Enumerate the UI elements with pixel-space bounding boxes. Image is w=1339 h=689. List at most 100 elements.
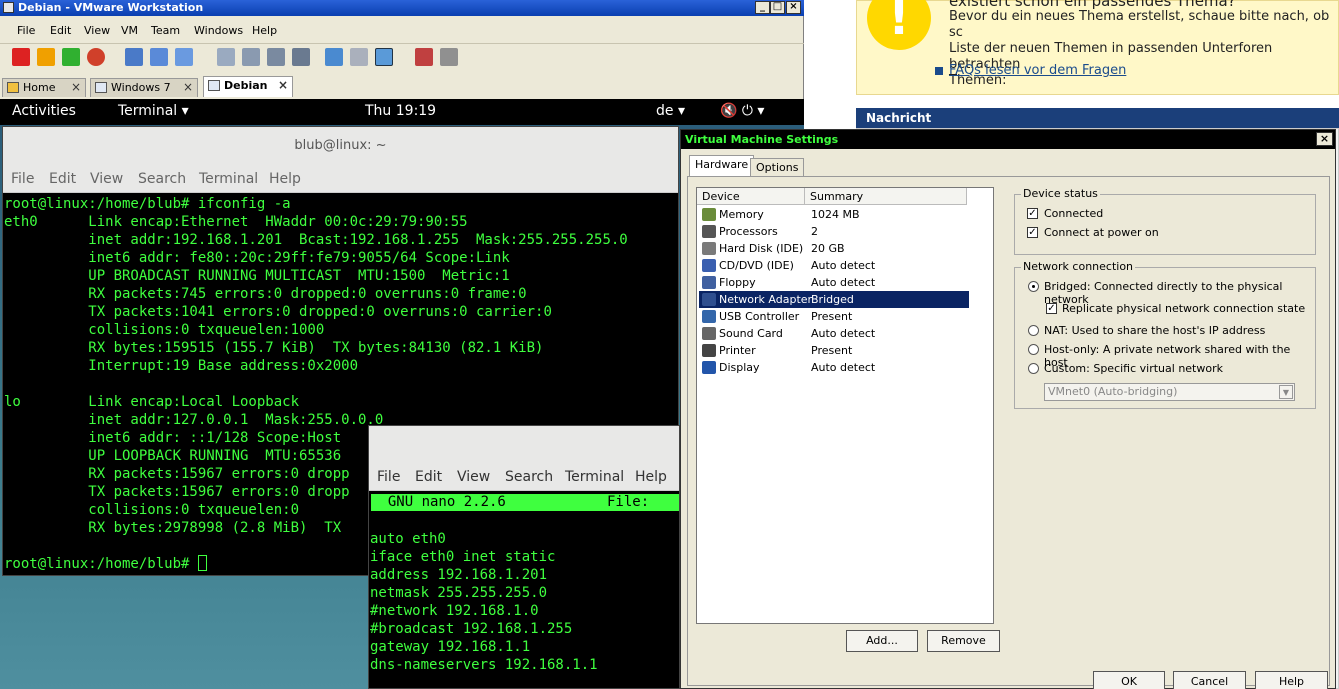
menu-vm[interactable]: VM xyxy=(121,24,138,37)
faq-link[interactable]: FAQs lesen vor dem Fragen xyxy=(935,63,1126,78)
terminal-menu-file[interactable]: File xyxy=(11,171,34,187)
device-name: Display xyxy=(719,361,760,374)
fit-window-icon[interactable] xyxy=(375,48,393,66)
reset-icon[interactable] xyxy=(87,48,105,66)
menu-team[interactable]: Team xyxy=(151,24,180,37)
device-row[interactable]: CD/DVD (IDE) Auto detect xyxy=(699,257,969,274)
terminal-menu-view[interactable]: View xyxy=(90,171,123,187)
device-row[interactable]: Network Adapter Bridged xyxy=(699,291,969,308)
nano-menu-file[interactable]: File xyxy=(377,469,400,485)
vmnet-select[interactable]: VMnet0 (Auto-bridging) ▼ xyxy=(1044,383,1295,401)
tab-home[interactable]: Home × xyxy=(2,78,86,97)
nano-editor-text[interactable]: auto eth0 iface eth0 inet static address 1… xyxy=(370,530,598,674)
app-menu-terminal[interactable]: Terminal ▾ xyxy=(118,103,189,119)
snapshot-manager-icon[interactable] xyxy=(175,48,193,66)
terminal-title-bar: blub@linux: ~ xyxy=(3,127,678,167)
nano-menu-edit[interactable]: Edit xyxy=(415,469,442,485)
power-off-icon[interactable] xyxy=(12,48,30,66)
terminal-window-nano[interactable]: File Edit View Search Terminal Help GNU … xyxy=(368,425,680,689)
power-on-icon[interactable] xyxy=(62,48,80,66)
device-row[interactable]: Processors 2 xyxy=(699,223,969,240)
menu-help[interactable]: Help xyxy=(252,24,277,37)
menu-view[interactable]: View xyxy=(84,24,110,37)
device-row[interactable]: Sound Card Auto detect xyxy=(699,325,969,342)
bullet-icon xyxy=(935,67,943,75)
vm-tab-strip: Home × Windows 7 × Debian × xyxy=(0,76,804,97)
device-summary: Auto detect xyxy=(811,259,876,272)
vmware-app-icon xyxy=(3,2,14,13)
device-summary: Bridged xyxy=(811,293,854,306)
device-row[interactable]: Printer Present xyxy=(699,342,969,359)
replay-icon[interactable] xyxy=(440,48,458,66)
replicate-checkbox[interactable]: ✓ xyxy=(1046,303,1057,314)
connected-checkbox[interactable]: ✓ xyxy=(1027,208,1038,219)
column-summary[interactable]: Summary xyxy=(805,188,967,205)
column-device[interactable]: Device xyxy=(697,188,805,205)
minimize-icon[interactable]: _ xyxy=(755,1,770,14)
tab-options[interactable]: Options xyxy=(750,158,805,178)
close-tab-icon[interactable]: × xyxy=(278,77,288,94)
tab-debian[interactable]: Debian × xyxy=(203,76,293,97)
bridged-radio[interactable] xyxy=(1028,281,1039,292)
suspend-icon[interactable] xyxy=(37,48,55,66)
menu-edit[interactable]: Edit xyxy=(50,24,71,37)
activities-button[interactable]: Activities xyxy=(12,103,76,119)
close-icon[interactable]: × xyxy=(1316,132,1333,146)
faq-link-text[interactable]: FAQs lesen vor dem Fragen xyxy=(949,63,1126,78)
device-list[interactable]: Device Summary Memory 1024 MB Processors 2 H… xyxy=(696,187,994,624)
close-tab-icon[interactable]: × xyxy=(71,79,81,96)
remove-button[interactable]: Remove xyxy=(927,630,1000,652)
snapshot-icon[interactable] xyxy=(125,48,143,66)
terminal-menu-help[interactable]: Help xyxy=(269,171,301,187)
vmnet-value: VMnet0 (Auto-bridging) xyxy=(1048,385,1178,398)
tab-windows7[interactable]: Windows 7 × xyxy=(90,78,198,97)
terminal-line: RX packets:745 errors:0 dropped:0 overru… xyxy=(4,286,527,302)
ok-button[interactable]: OK xyxy=(1093,671,1165,689)
nano-menu-search[interactable]: Search xyxy=(505,469,553,485)
system-menu[interactable]: 🔇 ⏻ ▾ xyxy=(720,103,764,119)
nano-menu-help[interactable]: Help xyxy=(635,469,667,485)
device-row[interactable]: USB Controller Present xyxy=(699,308,969,325)
maximize-icon[interactable]: □ xyxy=(770,1,785,14)
quick-switch-icon[interactable] xyxy=(242,48,260,66)
menu-file[interactable]: File xyxy=(17,24,35,37)
terminal-menu-edit[interactable]: Edit xyxy=(49,171,76,187)
display-icon xyxy=(702,361,716,374)
device-row[interactable]: Floppy Auto detect xyxy=(699,274,969,291)
device-row[interactable]: Display Auto detect xyxy=(699,359,969,376)
nat-radio[interactable] xyxy=(1028,325,1039,336)
chevron-down-icon[interactable]: ▼ xyxy=(1279,385,1293,399)
help-button[interactable]: Help xyxy=(1255,671,1328,689)
keyboard-layout[interactable]: de ▾ xyxy=(656,103,685,119)
menu-windows[interactable]: Windows xyxy=(194,24,243,37)
terminal-menu-search[interactable]: Search xyxy=(138,171,186,187)
connect-power-checkbox[interactable]: ✓ xyxy=(1027,227,1038,238)
clock[interactable]: Thu 19:19 xyxy=(365,103,436,119)
record-icon[interactable] xyxy=(415,48,433,66)
host-only-radio[interactable] xyxy=(1028,344,1039,355)
device-row[interactable]: Hard Disk (IDE) 20 GB xyxy=(699,240,969,257)
show-sidebar-icon[interactable] xyxy=(217,48,235,66)
unity-icon[interactable] xyxy=(292,48,310,66)
close-tab-icon[interactable]: × xyxy=(183,79,193,96)
close-icon[interactable]: × xyxy=(786,1,801,14)
vm-settings-dialog: Virtual Machine Settings × Hardware Opti… xyxy=(680,129,1336,689)
nano-menu-view[interactable]: View xyxy=(457,469,490,485)
add-button[interactable]: Add... xyxy=(846,630,918,652)
tab-hardware[interactable]: Hardware xyxy=(689,155,755,177)
vmware-menu-bar: File Edit View VM Team Windows Help xyxy=(0,22,804,40)
message-section-header: Nachricht xyxy=(856,108,1339,128)
cancel-button[interactable]: Cancel xyxy=(1173,671,1246,689)
revert-snapshot-icon[interactable] xyxy=(150,48,168,66)
tab-windows7-label: Windows 7 xyxy=(111,81,171,94)
console-view-icon[interactable] xyxy=(325,48,343,66)
terminal-line: #broadcast 192.168.1.255 xyxy=(370,621,573,637)
thumbnail-icon[interactable] xyxy=(350,48,368,66)
terminal-menu-terminal[interactable]: Terminal xyxy=(199,171,258,187)
nano-menu-terminal[interactable]: Terminal xyxy=(565,469,624,485)
full-screen-icon[interactable] xyxy=(267,48,285,66)
device-row[interactable]: Memory 1024 MB xyxy=(699,206,969,223)
device-status-group: Device status ✓ Connected ✓ Connect at p… xyxy=(1014,187,1316,255)
vmware-toolbar xyxy=(0,43,804,71)
custom-radio[interactable] xyxy=(1028,363,1039,374)
